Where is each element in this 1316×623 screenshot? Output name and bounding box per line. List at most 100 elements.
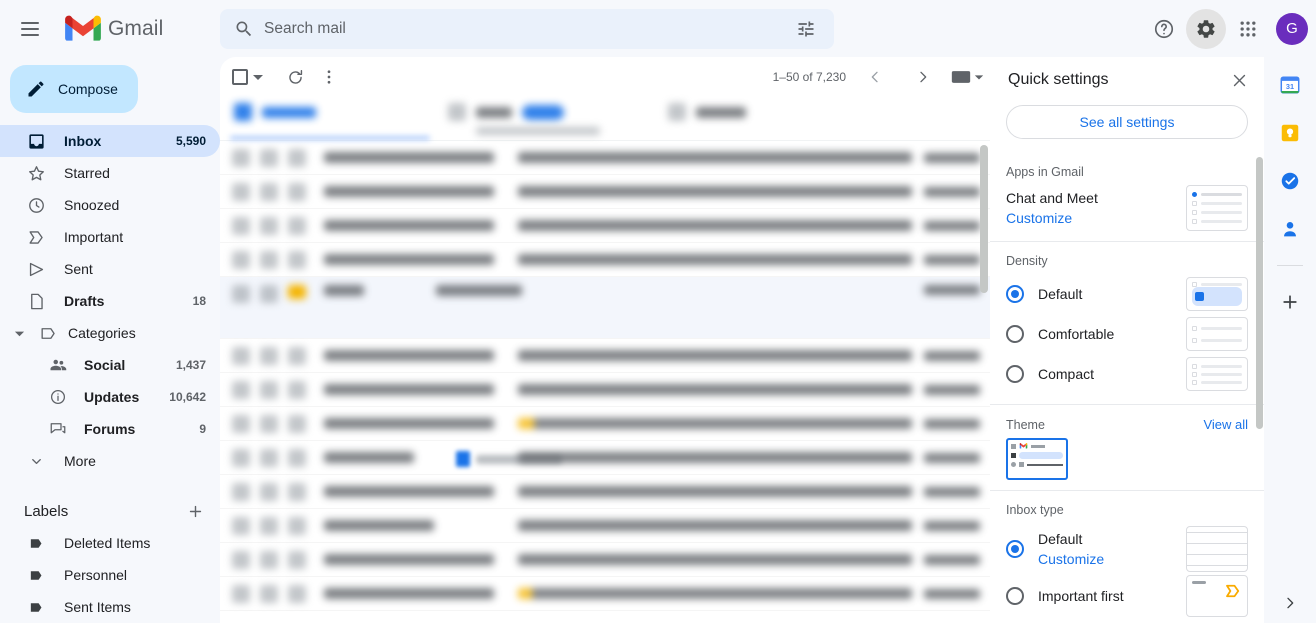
row-checkbox[interactable] xyxy=(232,250,250,269)
row-star-icon[interactable] xyxy=(260,482,278,501)
keep-icon[interactable] xyxy=(1276,119,1304,147)
table-row-selected[interactable] xyxy=(220,277,990,467)
row-importance-icon[interactable] xyxy=(288,516,306,535)
gmail-logo[interactable]: Gmail xyxy=(64,15,163,43)
theme-thumbnail-selected[interactable] xyxy=(1006,438,1068,480)
table-row[interactable] xyxy=(220,175,990,209)
contacts-icon[interactable] xyxy=(1276,215,1304,243)
row-importance-icon[interactable] xyxy=(288,550,306,569)
search-icon[interactable] xyxy=(224,9,264,49)
row-importance-icon[interactable] xyxy=(288,250,306,269)
row-checkbox[interactable] xyxy=(232,482,250,501)
close-icon[interactable] xyxy=(1224,65,1254,95)
avatar[interactable]: G xyxy=(1276,12,1308,45)
row-star-icon[interactable] xyxy=(260,584,278,603)
search-options-icon[interactable] xyxy=(786,9,826,49)
table-row[interactable] xyxy=(220,543,990,577)
row-checkbox[interactable] xyxy=(232,182,250,201)
row-importance-icon[interactable] xyxy=(288,216,306,235)
customize-link[interactable]: Customize xyxy=(1038,551,1186,567)
sidebar-item-updates[interactable]: Updates 10,642 xyxy=(0,381,220,413)
sidebar-item-starred[interactable]: Starred xyxy=(0,157,220,189)
add-app-icon[interactable] xyxy=(1276,288,1304,316)
tab-social[interactable] xyxy=(448,103,600,135)
row-star-icon[interactable] xyxy=(260,148,278,167)
search-input[interactable] xyxy=(264,20,786,38)
row-importance-icon[interactable] xyxy=(288,285,306,299)
row-checkbox[interactable] xyxy=(232,216,250,235)
sidebar-label-sent-items[interactable]: Sent Items xyxy=(0,591,220,623)
row-checkbox[interactable] xyxy=(232,516,250,535)
row-star-icon[interactable] xyxy=(260,285,278,303)
table-row[interactable] xyxy=(220,577,990,611)
row-importance-icon[interactable] xyxy=(288,448,306,467)
radio-icon[interactable] xyxy=(1006,285,1024,303)
sidebar-item-more[interactable]: More xyxy=(0,445,220,477)
expand-side-panel-button[interactable] xyxy=(1264,595,1316,611)
inbox-type-option-default[interactable]: Default Customize xyxy=(1006,523,1248,575)
table-row[interactable] xyxy=(220,407,990,441)
sidebar-item-forums[interactable]: Forums 9 xyxy=(0,413,220,445)
row-star-icon[interactable] xyxy=(260,516,278,535)
radio-icon[interactable] xyxy=(1006,587,1024,605)
calendar-icon[interactable]: 31 xyxy=(1276,71,1304,99)
radio-icon[interactable] xyxy=(1006,325,1024,343)
tab-updates[interactable] xyxy=(668,103,746,121)
google-apps-icon[interactable] xyxy=(1228,9,1268,49)
row-checkbox[interactable] xyxy=(232,285,250,303)
sidebar-label-personnel[interactable]: Personnel xyxy=(0,559,220,591)
row-checkbox[interactable] xyxy=(232,584,250,603)
row-checkbox[interactable] xyxy=(232,414,250,433)
sidebar-item-categories[interactable]: Categories xyxy=(0,317,220,349)
table-row[interactable] xyxy=(220,441,990,475)
row-importance-icon[interactable] xyxy=(288,482,306,501)
row-checkbox[interactable] xyxy=(232,448,250,467)
main-menu-icon[interactable] xyxy=(10,9,50,49)
newer-page-button[interactable] xyxy=(858,60,892,94)
sidebar-item-inbox[interactable]: Inbox 5,590 xyxy=(0,125,220,157)
tasks-icon[interactable] xyxy=(1276,167,1304,195)
more-options-button[interactable] xyxy=(312,60,346,94)
quick-settings-scrollbar[interactable] xyxy=(1256,157,1263,429)
search-bar[interactable] xyxy=(220,9,834,49)
table-row[interactable] xyxy=(220,509,990,543)
density-option-default[interactable]: Default xyxy=(1006,274,1248,314)
row-checkbox[interactable] xyxy=(232,148,250,167)
settings-gear-icon[interactable] xyxy=(1186,8,1226,49)
help-icon[interactable] xyxy=(1144,9,1184,49)
message-list-scrollbar[interactable] xyxy=(980,145,988,293)
density-option-compact[interactable]: Compact xyxy=(1006,354,1248,394)
table-row[interactable] xyxy=(220,373,990,407)
row-importance-icon[interactable] xyxy=(288,346,306,365)
sidebar-item-important[interactable]: Important xyxy=(0,221,220,253)
row-star-icon[interactable] xyxy=(260,182,278,201)
row-star-icon[interactable] xyxy=(260,448,278,467)
row-importance-icon[interactable] xyxy=(288,148,306,167)
customize-link[interactable]: Customize xyxy=(1006,210,1186,226)
row-importance-icon[interactable] xyxy=(288,380,306,399)
row-importance-icon[interactable] xyxy=(288,584,306,603)
refresh-button[interactable] xyxy=(278,60,312,94)
radio-icon[interactable] xyxy=(1006,540,1024,558)
row-star-icon[interactable] xyxy=(260,216,278,235)
table-row[interactable] xyxy=(220,141,990,175)
see-all-settings-button[interactable]: See all settings xyxy=(1006,105,1248,139)
inbox-type-option-important-first[interactable]: Important first xyxy=(1006,575,1248,617)
row-importance-icon[interactable] xyxy=(288,182,306,201)
density-option-comfortable[interactable]: Comfortable xyxy=(1006,314,1248,354)
row-star-icon[interactable] xyxy=(260,380,278,399)
table-row[interactable] xyxy=(220,243,990,277)
sidebar-item-sent[interactable]: Sent xyxy=(0,253,220,285)
row-checkbox[interactable] xyxy=(232,550,250,569)
sidebar-item-drafts[interactable]: Drafts 18 xyxy=(0,285,220,317)
chevron-down-icon[interactable] xyxy=(252,71,264,83)
row-star-icon[interactable] xyxy=(260,414,278,433)
chevron-down-icon[interactable] xyxy=(10,328,28,339)
sidebar-label-deleted-items[interactable]: Deleted Items xyxy=(0,527,220,559)
sidebar-item-social[interactable]: Social 1,437 xyxy=(0,349,220,381)
create-label-icon[interactable] xyxy=(184,500,206,522)
sidebar-item-snoozed[interactable]: Snoozed xyxy=(0,189,220,221)
table-row[interactable] xyxy=(220,209,990,243)
radio-icon[interactable] xyxy=(1006,365,1024,383)
row-checkbox[interactable] xyxy=(232,346,250,365)
